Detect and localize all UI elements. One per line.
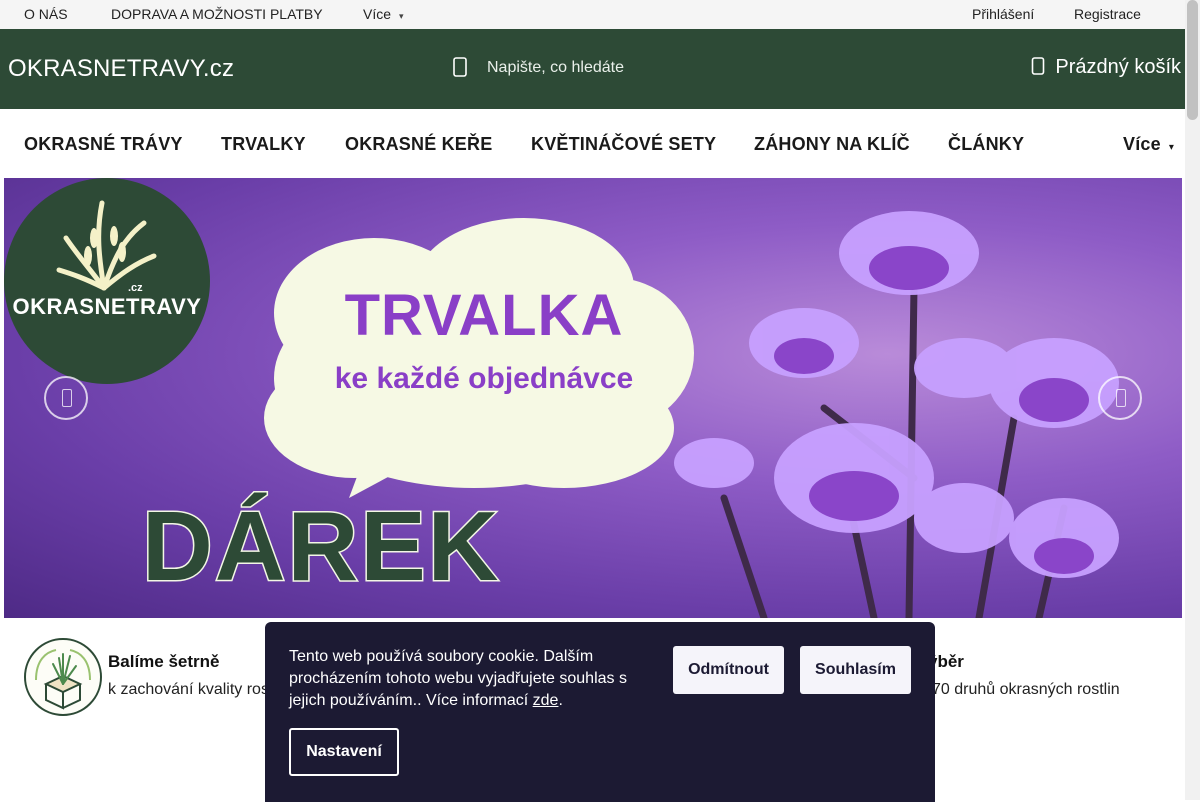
nav-item-turnkey-beds[interactable]: ZÁHONY NA KLÍČ <box>754 134 910 155</box>
cookie-reject-button[interactable]: Odmítnout <box>673 646 784 694</box>
top-link-about[interactable]: O NÁS <box>24 6 68 22</box>
cookie-accept-button[interactable]: Souhlasím <box>800 646 911 694</box>
nav-more-label: Více <box>1123 134 1161 154</box>
cookie-message-tail: . <box>558 692 563 709</box>
nav-item-articles[interactable]: ČLÁNKY <box>948 134 1024 155</box>
brand-badge: .cz OKRASNETRAVY <box>4 178 210 384</box>
benefit-title-packing: Balíme šetrně <box>108 652 220 671</box>
top-utility-bar: O NÁS DOPRAVA A MOŽNOSTI PLATBY Více ▾ Př… <box>0 0 1185 30</box>
site-logo-text[interactable]: OKRASNETRAVY.cz <box>8 55 234 83</box>
carousel-prev-button[interactable] <box>44 376 88 420</box>
brand-badge-tld: .cz <box>128 282 143 294</box>
nav-item-grasses[interactable]: OKRASNÉ TRÁVY <box>24 134 183 155</box>
page-scrollbar[interactable] <box>1185 0 1200 800</box>
benefit-text-packing: k zachování kvality ros <box>108 681 269 698</box>
hero-gift-text: DÁREK <box>140 490 501 603</box>
search-icon[interactable] <box>452 57 468 77</box>
cookie-consent-bar: Tento web používá soubory cookie. Dalším… <box>265 622 935 802</box>
chevron-down-icon: ▾ <box>1168 142 1175 153</box>
cookie-info-link[interactable]: zde <box>533 692 559 709</box>
cart-button[interactable]: Prázdný košík <box>1031 56 1181 79</box>
login-link[interactable]: Přihlášení <box>972 6 1034 22</box>
nav-item-more[interactable]: Více ▾ <box>1123 134 1174 155</box>
top-link-more-label: Více <box>363 6 392 22</box>
cookie-message: Tento web používá soubory cookie. Dalším… <box>289 646 651 712</box>
carousel-next-button[interactable] <box>1098 376 1142 420</box>
search-input[interactable]: Napište, co hledáte <box>487 59 624 77</box>
brand-badge-word: OKRASNETRAVY <box>12 294 202 319</box>
benefit-text-selection: 70 druhů okrasných rostlin <box>932 681 1120 698</box>
cart-label: Prázdný košík <box>1055 56 1181 78</box>
register-link[interactable]: Registrace <box>1074 6 1141 22</box>
hero-banner[interactable]: .cz OKRASNETRAVY TRVALKA ke každé objedn… <box>4 178 1182 618</box>
top-link-more[interactable]: Více ▾ <box>363 6 404 22</box>
arrow-left-icon <box>62 389 72 407</box>
hero-subline: ke každé objednávce <box>334 362 634 395</box>
nav-item-pot-sets[interactable]: KVĚTINÁČOVÉ SETY <box>531 134 716 155</box>
cart-icon <box>1032 57 1045 75</box>
cookie-settings-button[interactable]: Nastavení <box>289 728 399 776</box>
chevron-down-icon: ▾ <box>399 11 404 21</box>
top-link-shipping[interactable]: DOPRAVA A MOŽNOSTI PLATBY <box>111 6 323 22</box>
site-header: OKRASNETRAVY.cz Napište, co hledáte Práz… <box>0 29 1185 109</box>
grass-logo-icon <box>56 200 157 291</box>
scrollbar-thumb[interactable] <box>1187 0 1198 120</box>
box-plant-icon <box>24 638 102 716</box>
cookie-message-text: Tento web používá soubory cookie. Dalším… <box>289 648 627 709</box>
hero-headline: TRVALKA <box>344 283 624 348</box>
arrow-right-icon <box>1116 389 1126 407</box>
main-navigation: OKRASNÉ TRÁVY TRVALKY OKRASNÉ KEŘE KVĚTI… <box>0 109 1185 178</box>
nav-item-perennials[interactable]: TRVALKY <box>221 134 306 155</box>
nav-item-shrubs[interactable]: OKRASNÉ KEŘE <box>345 134 492 155</box>
search-bar[interactable]: Napište, co hledáte <box>452 53 872 85</box>
